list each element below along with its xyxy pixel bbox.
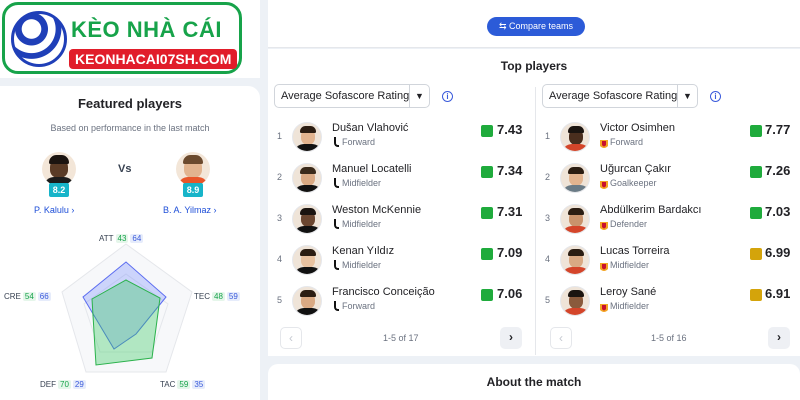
galatasaray-logo-icon	[600, 301, 608, 312]
player-avatar	[560, 163, 590, 193]
player-b-name: B. A. Yilmaz	[163, 205, 212, 215]
chevron-right-icon: ›	[509, 330, 513, 344]
list-item[interactable]: 5 Leroy Sané Midfielder 6.91	[536, 280, 792, 320]
juventus-logo-icon	[334, 301, 339, 311]
list-item[interactable]: 2 Manuel Locatelli Midfielder 7.34	[268, 157, 524, 197]
player-avatar	[292, 163, 322, 193]
info-icon[interactable]: i	[710, 91, 721, 102]
caret-down-icon: ▼	[677, 85, 697, 107]
featured-players-card: Featured players Based on performance in…	[0, 86, 260, 400]
caret-down-icon: ▼	[409, 85, 429, 107]
rating-indicator	[750, 207, 762, 219]
player-avatar	[292, 286, 322, 316]
list-item[interactable]: 4 Lucas Torreira Midfielder 6.99	[536, 239, 792, 279]
galatasaray-logo-icon	[600, 178, 608, 189]
rating-indicator	[750, 166, 762, 178]
prev-page-button[interactable]: ‹	[550, 327, 572, 349]
player-a-link[interactable]: P. Kalulu ›	[34, 205, 74, 215]
left-page-count: 1-5 of 17	[383, 333, 419, 343]
stat-tac: TAC 59 35	[160, 380, 206, 389]
player-avatar	[560, 122, 590, 152]
rating-indicator	[481, 289, 493, 301]
featured-title: Featured players	[77, 96, 183, 111]
rating-indicator	[481, 248, 493, 260]
site-logo[interactable]: KÈO NHÀ CÁI KEONHACAI07SH.COM	[2, 2, 242, 74]
player-b-avatar[interactable]	[176, 152, 210, 186]
chevron-left-icon: ‹	[289, 331, 293, 345]
featured-subtitle: Based on performance in the last match	[50, 123, 210, 133]
player-avatar	[560, 286, 590, 316]
juventus-logo-icon	[334, 260, 339, 270]
list-item[interactable]: 2 Uğurcan Çakır Goalkeeper 7.26	[536, 157, 792, 197]
about-title: About the match	[486, 375, 582, 389]
info-icon[interactable]: i	[442, 91, 453, 102]
list-item[interactable]: 3 Abdülkerim Bardakcı Defender 7.03	[536, 198, 792, 238]
player-avatar	[560, 245, 590, 275]
logo-card: KÈO NHÀ CÁI KEONHACAI07SH.COM	[0, 0, 260, 78]
stat-cre: CRE 54 66	[4, 292, 51, 301]
rating-indicator	[481, 166, 493, 178]
list-item[interactable]: 3 Weston McKennie Midfielder 7.31	[268, 198, 524, 238]
galatasaray-logo-icon	[600, 219, 608, 230]
stat-def: DEF 70 29	[40, 380, 86, 389]
next-page-button[interactable]: ›	[768, 327, 790, 349]
player-a-rating: 8.2	[49, 183, 69, 197]
juventus-logo-icon	[334, 178, 339, 188]
player-b-link[interactable]: B. A. Yilmaz ›	[163, 205, 217, 215]
juventus-logo-icon	[334, 137, 339, 147]
logo-title: KÈO NHÀ CÁI	[71, 17, 222, 42]
player-avatar	[292, 245, 322, 275]
about-match-card: About the match	[268, 364, 800, 400]
list-item[interactable]: 4 Kenan Yıldız Midfielder 7.09	[268, 239, 524, 279]
player-a-name: P. Kalulu	[34, 205, 69, 215]
vs-label: Vs	[118, 163, 132, 175]
logo-url: KEONHACAI07SH.COM	[69, 49, 238, 69]
right-page-count: 1-5 of 16	[651, 333, 687, 343]
list-item[interactable]: 5 Francisco Conceição Forward 7.06	[268, 280, 524, 320]
player-avatar	[292, 122, 322, 152]
juventus-logo-icon	[334, 219, 339, 229]
rating-indicator	[750, 289, 762, 301]
rating-indicator	[481, 125, 493, 137]
next-page-button[interactable]: ›	[500, 327, 522, 349]
list-item[interactable]: 1 Victor Osimhen Forward 7.77	[536, 116, 792, 156]
chevron-right-icon: ›	[777, 330, 781, 344]
prev-page-button[interactable]: ‹	[280, 327, 302, 349]
player-a-avatar[interactable]	[42, 152, 76, 186]
rating-indicator	[750, 125, 762, 137]
list-item[interactable]: 1 Dušan Vlahović Forward 7.43	[268, 116, 524, 156]
stat-att: ATT 43 64	[99, 234, 144, 243]
compare-section: ⇆ Compare teams	[268, 0, 800, 48]
player-b-rating: 8.9	[183, 183, 203, 197]
right-stat-dropdown[interactable]: Average Sofascore Rating ▼	[542, 84, 698, 108]
galatasaray-logo-icon	[600, 137, 608, 148]
attribute-radar-chart	[61, 243, 193, 373]
player-avatar	[292, 204, 322, 234]
left-stat-dropdown[interactable]: Average Sofascore Rating ▼	[274, 84, 430, 108]
player-avatar	[560, 204, 590, 234]
top-players-title: Top players	[500, 59, 568, 73]
chevron-right-icon: ›	[213, 205, 217, 215]
chevron-right-icon: ›	[71, 205, 75, 215]
rating-indicator	[481, 207, 493, 219]
galatasaray-logo-icon	[600, 260, 608, 271]
soccer-ball-icon	[11, 11, 67, 67]
compare-icon: ⇆	[498, 21, 507, 31]
chevron-left-icon: ‹	[559, 331, 563, 345]
stat-tec: TEC 48 59	[194, 292, 240, 301]
player-a-radar-area	[91, 279, 161, 366]
compare-teams-button[interactable]: ⇆ Compare teams	[487, 17, 585, 36]
top-players-card: Top players Average Sofascore Rating ▼ i…	[268, 49, 800, 356]
rating-indicator	[750, 248, 762, 260]
